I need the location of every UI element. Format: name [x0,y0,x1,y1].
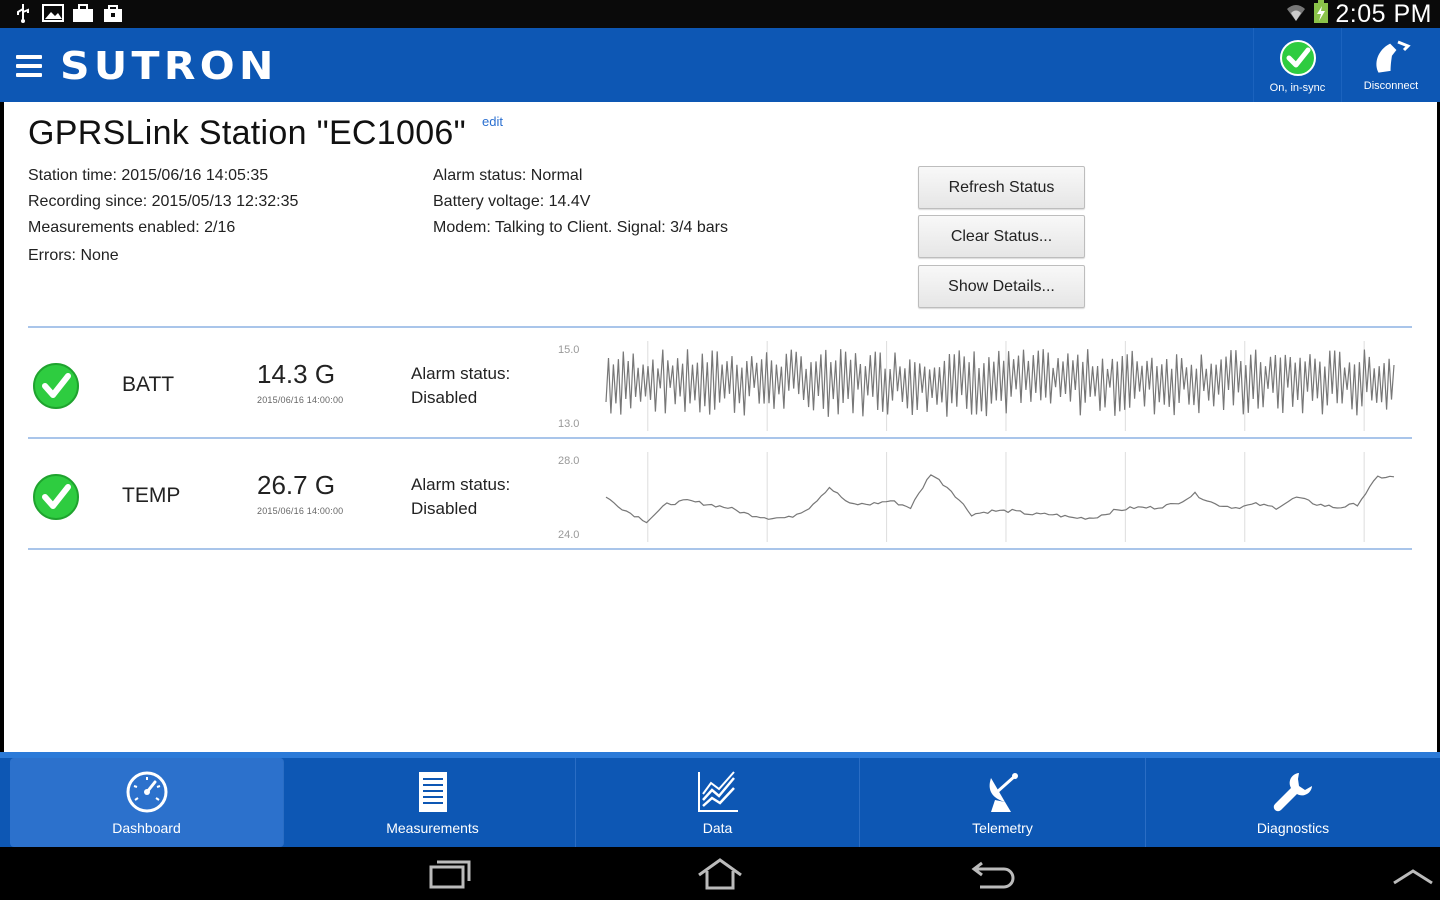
image-icon [42,2,64,24]
measurement-timestamp: 2015/06/16 14:00:00 [257,395,344,405]
page-title: GPRSLink Station "EC1006" [28,114,466,152]
battery-voltage: Battery voltage: 14.4V [433,193,591,210]
refresh-status-button[interactable]: Refresh Status [918,166,1085,209]
alarm-value: Disabled [411,388,478,407]
line-chart-icon [697,771,738,812]
measurement-value: 26.7 G [257,470,336,500]
check-circle-icon [1279,40,1316,76]
dashboard-gauge-icon [126,771,167,813]
chart-min-label: 24.0 [558,529,579,541]
status-bar: 2:05 PM [0,0,1440,28]
divider [28,548,1412,550]
errors-text: Errors: None [28,247,119,264]
measurement-name: BATT [122,373,175,396]
check-circle-icon [33,474,79,520]
home-icon[interactable] [695,857,745,891]
recent-apps-icon[interactable] [425,857,475,891]
measurement-alarm: Alarm status: Disabled [411,473,510,521]
station-info-right: Alarm status: Normal Battery voltage: 14… [433,163,728,241]
notification-icons [12,2,124,24]
tab-dashboard[interactable]: Dashboard [10,758,284,847]
tab-label: Diagnostics [1256,820,1330,836]
alarm-label: Alarm status: [411,475,511,494]
clock: 2:05 PM [1335,0,1432,28]
sync-status-label: On, in-sync [1269,82,1326,94]
chart-max-label: 15.0 [558,344,579,356]
measurement-value: 14.3 G [257,359,336,389]
app-bar: SUTRON On, in-sync Disconnect [0,28,1440,102]
collapse-icon[interactable] [1388,857,1438,891]
system-nav-bar [0,847,1440,900]
disconnect-button[interactable]: Disconnect [1341,28,1440,102]
tab-diagnostics[interactable]: Diagnostics [1146,758,1440,847]
station-time: Station time: 2015/06/16 14:05:35 [28,167,269,184]
measurement-timestamp: 2015/06/16 14:00:00 [257,506,344,516]
chart-max-label: 28.0 [558,455,579,467]
check-circle-icon [33,363,79,409]
chart-min-label: 13.0 [558,418,579,430]
back-icon[interactable] [968,857,1018,891]
edit-station-link[interactable]: edit [482,114,503,129]
measurement-row-temp[interactable]: TEMP 26.7 G 2015/06/16 14:00:00 Alarm st… [28,440,1412,548]
alarm-value: Disabled [411,499,478,518]
tab-measurements[interactable]: Measurements [290,758,576,847]
bag-icon [102,2,124,24]
dashboard-panel: GPRSLink Station "EC1006" edit Station t… [4,102,1437,752]
disconnect-label: Disconnect [1363,80,1419,92]
satellite-dish-icon [989,773,1018,812]
tab-data[interactable]: Data [576,758,860,847]
measurement-name: TEMP [122,484,181,507]
sparkline-series [605,349,1395,417]
tab-label: Measurements [386,820,479,836]
recording-since: Recording since: 2015/05/13 12:32:35 [28,193,299,210]
bottom-tab-bar: Dashboard Measurements Data Telemetry Di… [0,752,1440,847]
clear-status-button[interactable]: Clear Status... [918,215,1085,258]
wifi-icon [1285,1,1307,28]
station-info-left: Station time: 2015/06/16 14:05:35 Record… [28,163,298,241]
sparkline-series [605,474,1395,524]
measurement-row-batt[interactable]: BATT 14.3 G 2015/06/16 14:00:00 Alarm st… [28,329,1412,437]
tab-telemetry[interactable]: Telemetry [860,758,1146,847]
measurement-alarm: Alarm status: Disabled [411,362,510,410]
briefcase-icon [72,2,94,24]
divider [28,437,1412,439]
temp-sparkline: 28.0 24.0 [558,452,1395,542]
alarm-label: Alarm status: [411,364,511,383]
measurements-enabled: Measurements enabled: 2/16 [28,219,236,236]
tab-label: Data [702,820,733,836]
divider [28,326,1412,328]
sync-status-button[interactable]: On, in-sync [1253,28,1341,102]
batt-sparkline: 15.0 13.0 [558,341,1395,431]
tab-label: Telemetry [972,820,1033,836]
modem-status: Modem: Talking to Client. Signal: 3/4 ba… [433,219,728,236]
show-details-button[interactable]: Show Details... [918,265,1085,308]
alarm-status: Alarm status: Normal [433,167,583,184]
battery-icon [1313,0,1329,29]
menu-icon[interactable] [16,55,42,77]
usb-icon [12,2,34,24]
phone-hangup-icon [1376,40,1411,73]
wrench-icon [1273,773,1312,812]
brand-logo: SUTRON [60,44,278,88]
list-document-icon [418,772,447,812]
tab-label: Dashboard [112,820,181,836]
